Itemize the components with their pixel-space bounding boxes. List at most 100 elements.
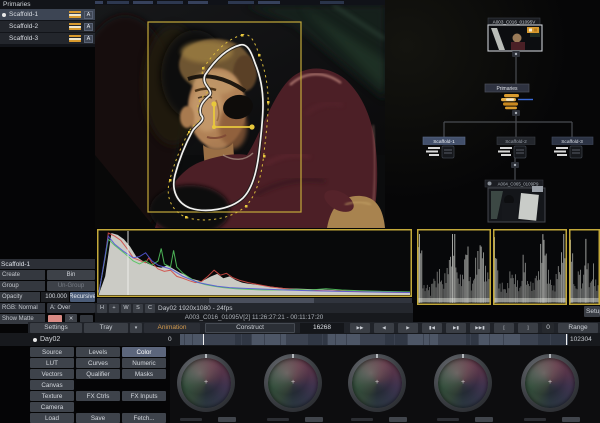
view-button-S[interactable]: S xyxy=(133,304,143,313)
timeline-segment[interactable] xyxy=(336,334,346,345)
timeline-segment[interactable] xyxy=(567,334,568,345)
transport-button-4[interactable]: ▶▮ xyxy=(446,323,466,333)
track-name[interactable]: Day02 xyxy=(40,336,60,343)
current-frame-field[interactable]: 16268 xyxy=(300,323,344,333)
timeline-segment[interactable] xyxy=(252,334,264,345)
menu-fx-inputs[interactable]: FX Inputs xyxy=(122,391,166,401)
timeline-segment[interactable] xyxy=(451,334,465,345)
menu-color[interactable]: Color xyxy=(122,347,166,357)
timeline-segment[interactable] xyxy=(287,334,295,345)
view-button-C[interactable]: C xyxy=(145,304,155,313)
timeline-segment[interactable] xyxy=(328,334,335,345)
scaffold-item-1[interactable]: Scaffold-1A xyxy=(0,9,95,20)
menu-camera[interactable]: Camera xyxy=(30,402,74,412)
scaffold-item-2[interactable]: Scaffold-2A xyxy=(0,21,95,32)
timeline-segment[interactable] xyxy=(281,334,286,345)
bin-button[interactable]: Bin xyxy=(47,270,95,280)
timeline-segment[interactable] xyxy=(395,334,407,345)
color-wheel-4[interactable]: + xyxy=(434,354,492,412)
alpha-blend-mode[interactable]: A: Over xyxy=(47,303,95,313)
menu-canvas[interactable]: Canvas xyxy=(30,380,74,390)
rgb-blend-mode[interactable]: RGB: Normal xyxy=(0,303,45,313)
timeline-segment[interactable] xyxy=(538,334,550,345)
wheel-value-field[interactable] xyxy=(475,417,493,422)
animation-marker[interactable]: ▾ xyxy=(130,323,142,333)
timeline-playhead[interactable] xyxy=(203,334,204,345)
menu-lut[interactable]: LUT xyxy=(30,358,74,368)
menu-save[interactable]: Save xyxy=(76,413,120,423)
node-source-clip[interactable]: A003_C016_01095V xyxy=(488,18,542,51)
node-scaffold-1[interactable]: Scaffold-1 xyxy=(423,137,465,145)
timeline-segment[interactable] xyxy=(323,334,327,345)
menu-vectors[interactable]: Vectors xyxy=(30,369,74,379)
color-wheel-1[interactable]: + xyxy=(177,354,235,412)
animation-badge[interactable]: A xyxy=(84,11,93,19)
transport-button-6[interactable]: [ xyxy=(494,323,514,333)
menu-numeric[interactable]: Numeric xyxy=(122,358,166,368)
transport-button-1[interactable]: ◀ xyxy=(374,323,394,333)
timeline-segment[interactable] xyxy=(347,334,360,345)
node-scaffold-2[interactable]: Scaffold-2 xyxy=(497,137,535,145)
transport-button-2[interactable]: ▶ xyxy=(398,323,418,333)
color-wheel-2[interactable]: + xyxy=(264,354,322,412)
transport-button-3[interactable]: ▮◀ xyxy=(422,323,442,333)
tray-button[interactable]: Tray xyxy=(84,323,128,333)
wheel-value-field[interactable] xyxy=(305,417,323,422)
timeline-segment[interactable] xyxy=(378,334,384,345)
range-button[interactable]: Range xyxy=(558,323,598,333)
color-wheel-3[interactable]: + xyxy=(348,354,406,412)
setup-button[interactable]: Setup xyxy=(584,306,600,317)
timeline-strip[interactable] xyxy=(180,334,568,345)
timeline-segment[interactable] xyxy=(490,334,503,345)
timeline-segment[interactable] xyxy=(385,334,394,345)
timeline-segment[interactable] xyxy=(308,334,322,345)
timeline-segment[interactable] xyxy=(361,334,377,345)
view-button-H[interactable]: H xyxy=(97,304,107,313)
timeline-segment[interactable] xyxy=(439,334,450,345)
menu-texture[interactable]: Texture xyxy=(30,391,74,401)
wheel-value-field[interactable] xyxy=(218,417,236,422)
wheel-value-field[interactable] xyxy=(562,417,580,422)
node-scaffold-3[interactable]: Scaffold-3 xyxy=(552,137,593,145)
timeline-segment[interactable] xyxy=(504,334,520,345)
construct-button[interactable]: Construct xyxy=(205,323,295,333)
transport-button-0[interactable]: ▶▶ xyxy=(350,323,370,333)
menu-masks[interactable]: Masks xyxy=(122,369,166,379)
timeline-segment[interactable] xyxy=(204,334,217,345)
track-active-dot[interactable] xyxy=(33,338,37,342)
timeline-segment[interactable] xyxy=(265,334,280,345)
node-graph[interactable]: A003_C016_01095V Primaries xyxy=(385,0,600,230)
menu-curves[interactable]: Curves xyxy=(76,358,120,368)
view-button-W[interactable]: W xyxy=(121,304,131,313)
ungroup-button[interactable]: Un-Group xyxy=(47,281,95,291)
color-wheel-5[interactable]: + xyxy=(521,354,579,412)
timeline-segment[interactable] xyxy=(521,334,527,345)
settings-button[interactable]: Settings xyxy=(30,323,82,333)
timeline-segment[interactable] xyxy=(235,334,241,345)
timeline-segment[interactable] xyxy=(479,334,489,345)
timeline-segment[interactable] xyxy=(193,334,203,345)
viewer[interactable] xyxy=(95,5,385,228)
timeline-segment[interactable] xyxy=(528,334,537,345)
animation-badge[interactable]: A xyxy=(84,35,93,43)
transport-button-5[interactable]: ▶▶▮ xyxy=(470,323,490,333)
node-result-clip[interactable]: A004_C065_0109P9 xyxy=(485,180,545,222)
timeline-segment[interactable] xyxy=(242,334,251,345)
menu-load[interactable]: Load xyxy=(30,413,74,423)
node-primaries[interactable]: Primaries xyxy=(485,84,533,109)
transform-axis-gizmo[interactable] xyxy=(211,101,254,129)
timeline-segment[interactable] xyxy=(430,334,438,345)
zero-button[interactable]: 0 xyxy=(542,323,554,333)
wheel-value-field[interactable] xyxy=(389,417,407,422)
menu-qualifier[interactable]: Qualifier xyxy=(76,369,120,379)
animation-badge[interactable]: A xyxy=(84,23,93,31)
timeline-segment[interactable] xyxy=(551,334,566,345)
menu-fetch-[interactable]: Fetch... xyxy=(122,413,166,423)
timeline-segment[interactable] xyxy=(408,334,423,345)
timeline-segment[interactable] xyxy=(424,334,429,345)
scaffold-item-3[interactable]: Scaffold-3A xyxy=(0,33,95,44)
recursive-toggle[interactable]: Recursive xyxy=(70,292,95,302)
opacity-value[interactable]: 100.000 xyxy=(41,292,69,302)
transport-button-7[interactable]: ] xyxy=(518,323,538,333)
timeline-segment[interactable] xyxy=(185,334,192,345)
